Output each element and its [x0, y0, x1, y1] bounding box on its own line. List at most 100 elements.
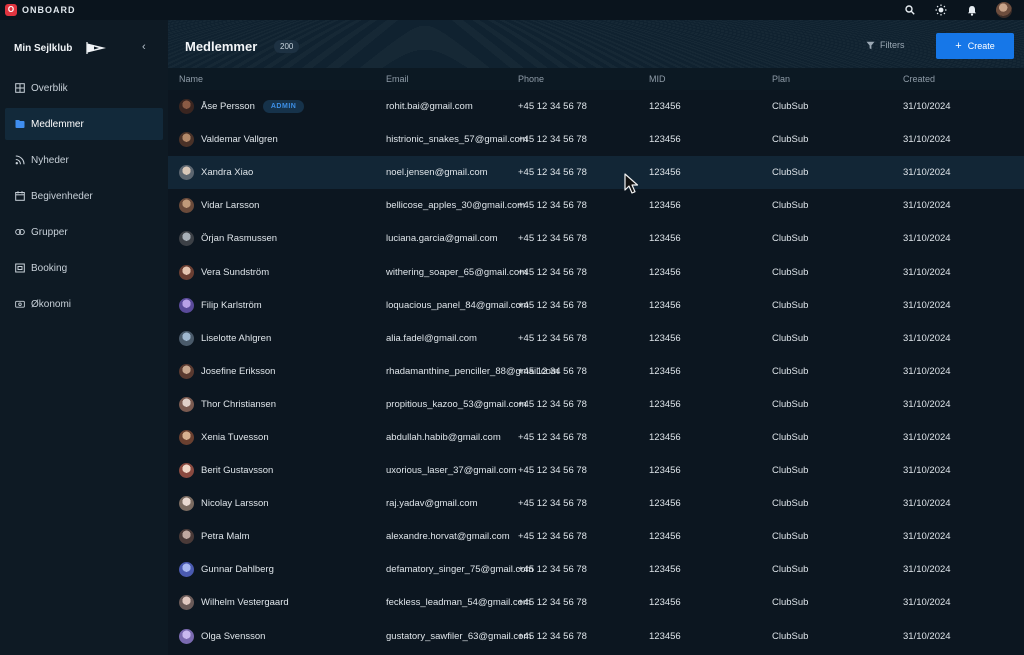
member-created: 31/10/2024 [903, 134, 951, 146]
member-name: Olga Svensson [201, 630, 266, 642]
bell-icon[interactable] [965, 3, 979, 17]
column-header-email[interactable]: Email [386, 74, 409, 84]
sidebar-item-label: Overblik [31, 82, 68, 94]
member-plan: ClubSub [772, 134, 809, 146]
member-phone: +45 12 34 56 78 [518, 365, 587, 377]
table-row[interactable]: Vera Sundström withering_soaper_65@gmail.… [168, 255, 1024, 288]
member-name-cell[interactable]: Nicolay Larsson [179, 496, 269, 512]
member-name-cell[interactable]: Thor Christiansen [179, 396, 276, 412]
member-avatar [179, 99, 194, 115]
member-name-cell[interactable]: Örjan Rasmussen [179, 231, 277, 247]
column-header-created[interactable]: Created [903, 74, 935, 84]
sidebar-item-label: Grupper [31, 226, 68, 238]
member-name-cell[interactable]: Berit Gustavsson [179, 463, 273, 479]
member-phone: +45 12 34 56 78 [518, 266, 587, 278]
table-row[interactable]: Olga Svensson gustatory_sawfiler_63@gmail… [168, 620, 1024, 653]
member-avatar [179, 529, 194, 545]
table-row[interactable]: Vidar Larsson bellicose_apples_30@gmail.c… [168, 189, 1024, 222]
collapse-sidebar-icon[interactable]: ‹ [142, 41, 146, 53]
member-email: feckless_leadman_54@gmail.com [386, 597, 531, 609]
table-row[interactable]: Thor Christiansen propitious_kazoo_53@gma… [168, 388, 1024, 421]
sidebar-item-label: Nyheder [31, 154, 69, 166]
table-row[interactable]: Valdemar Vallgren histrionic_snakes_57@gm… [168, 123, 1024, 156]
table-row[interactable]: Örjan Rasmussen luciana.garcia@gmail.com +… [168, 222, 1024, 255]
brand[interactable]: O ONBOARD [5, 4, 76, 16]
table-row[interactable]: Åse Persson ADMIN rohit.bai@gmail.com +45 1… [168, 90, 1024, 123]
table-row[interactable]: Josefine Eriksson rhadamanthine_penciller… [168, 355, 1024, 388]
table-row[interactable]: Berit Gustavsson uxorious_laser_37@gmail.… [168, 454, 1024, 487]
member-name-cell[interactable]: Åse Persson ADMIN [179, 99, 305, 115]
sidebar-item-overblik[interactable]: Overblik [5, 72, 163, 104]
user-avatar[interactable] [996, 2, 1012, 18]
table-row[interactable]: Nicolay Larsson raj.yadav@gmail.com +45 12… [168, 487, 1024, 520]
sidebar-item-booking[interactable]: Booking [5, 252, 163, 284]
member-avatar [179, 165, 194, 181]
member-name: Åse Persson [201, 101, 255, 113]
member-name-cell[interactable]: Petra Malm [179, 529, 250, 545]
member-created: 31/10/2024 [903, 531, 951, 543]
member-name-cell[interactable]: Xandra Xiao [179, 165, 253, 181]
table-row[interactable]: Filip Karlström loquacious_panel_84@gmail… [168, 289, 1024, 322]
member-name-cell[interactable]: Gunnar Dahlberg [179, 562, 274, 578]
member-name: Gunnar Dahlberg [201, 564, 274, 576]
member-avatar [179, 198, 194, 214]
member-phone: +45 12 34 56 78 [518, 498, 587, 510]
calendar-icon [15, 191, 25, 201]
member-name-cell[interactable]: Wilhelm Vestergaard [179, 595, 289, 611]
member-phone: +45 12 34 56 78 [518, 597, 587, 609]
table-row[interactable]: Petra Malm alexandre.horvat@gmail.com +45 … [168, 520, 1024, 553]
member-mid: 123456 [649, 167, 681, 179]
sidebar-item-medlemmer[interactable]: Medlemmer [5, 108, 163, 140]
column-header-plan[interactable]: Plan [772, 74, 790, 84]
member-phone: +45 12 34 56 78 [518, 531, 587, 543]
member-created: 31/10/2024 [903, 398, 951, 410]
member-phone: +45 12 34 56 78 [518, 299, 587, 311]
member-name-cell[interactable]: Xenia Tuvesson [179, 429, 269, 445]
table-row[interactable]: Xandra Xiao noel.jensen@gmail.com +45 12 3… [168, 156, 1024, 190]
table-row[interactable]: Liselotte Ahlgren alia.fadel@gmail.com +45… [168, 322, 1024, 355]
member-mid: 123456 [649, 365, 681, 377]
club-switcher[interactable]: Min Sejlklub [14, 42, 108, 54]
member-name: Josefine Eriksson [201, 365, 276, 377]
member-avatar [179, 264, 194, 280]
member-name-cell[interactable]: Josefine Eriksson [179, 363, 276, 379]
member-avatar [179, 231, 194, 247]
column-header-phone[interactable]: Phone [518, 74, 544, 84]
member-email: loquacious_panel_84@gmail.com [386, 299, 529, 311]
table-row[interactable]: Wilhelm Vestergaard feckless_leadman_54@g… [168, 586, 1024, 619]
booking-icon [15, 263, 25, 273]
create-button[interactable]: + Create [936, 33, 1014, 59]
search-icon[interactable] [903, 3, 917, 17]
member-name-cell[interactable]: Liselotte Ahlgren [179, 330, 271, 346]
admin-badge: ADMIN [262, 100, 305, 114]
member-phone: +45 12 34 56 78 [518, 167, 587, 179]
member-name-cell[interactable]: Filip Karlström [179, 297, 262, 313]
member-name-cell[interactable]: Olga Svensson [179, 628, 266, 644]
sidebar-item-nyheder[interactable]: Nyheder [5, 144, 163, 176]
table-row[interactable]: Gunnar Dahlberg defamatory_singer_75@gmai… [168, 553, 1024, 586]
member-mid: 123456 [649, 564, 681, 576]
sidebar-item-grupper[interactable]: Grupper [5, 216, 163, 248]
member-avatar [179, 330, 194, 346]
member-avatar [179, 463, 194, 479]
member-mid: 123456 [649, 101, 681, 113]
member-name-cell[interactable]: Vidar Larsson [179, 198, 259, 214]
member-plan: ClubSub [772, 200, 809, 212]
member-name: Vera Sundström [201, 266, 270, 278]
table-body: Åse Persson ADMIN rohit.bai@gmail.com +45 1… [168, 90, 1024, 653]
member-created: 31/10/2024 [903, 101, 951, 113]
member-name-cell[interactable]: Vera Sundström [179, 264, 270, 280]
column-header-mid[interactable]: MID [649, 74, 666, 84]
member-created: 31/10/2024 [903, 233, 951, 245]
member-plan: ClubSub [772, 398, 809, 410]
member-name: Wilhelm Vestergaard [201, 597, 289, 609]
page-header: Medlemmer 200 Filters + Create [168, 20, 1024, 68]
sun-icon[interactable] [934, 3, 948, 17]
sidebar-item-begivenheder[interactable]: Begivenheder [5, 180, 163, 212]
table-row[interactable]: Xenia Tuvesson abdullah.habib@gmail.com +4… [168, 421, 1024, 454]
filters-button[interactable]: Filters [866, 40, 905, 50]
member-name-cell[interactable]: Valdemar Vallgren [179, 132, 278, 148]
member-created: 31/10/2024 [903, 630, 951, 642]
sidebar-item-okonomi[interactable]: Økonomi [5, 288, 163, 320]
column-header-name[interactable]: Name [179, 74, 203, 84]
